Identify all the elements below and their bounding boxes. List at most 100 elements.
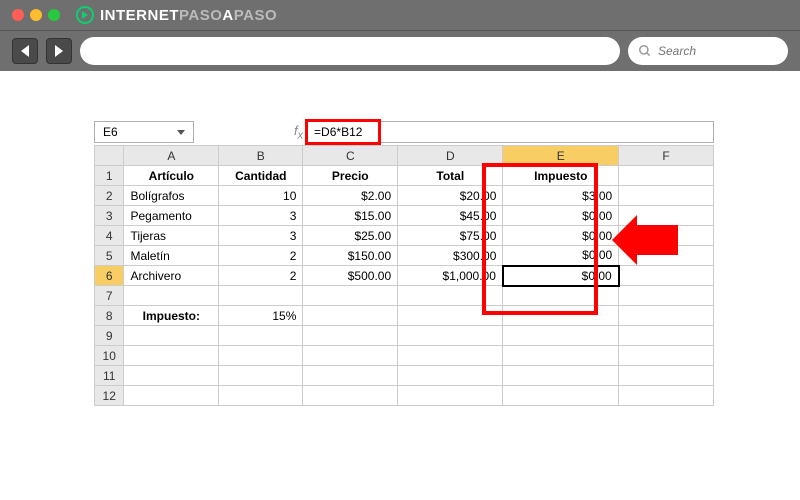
cell-e9[interactable]: [503, 326, 619, 346]
cell-e11[interactable]: [503, 366, 619, 386]
row-header-12[interactable]: 12: [95, 386, 124, 406]
cell-a9[interactable]: [124, 326, 219, 346]
cell-e8[interactable]: [503, 306, 619, 326]
cell-a6[interactable]: Archivero: [124, 266, 219, 286]
row-header-4[interactable]: 4: [95, 226, 124, 246]
cell-d9[interactable]: [398, 326, 503, 346]
select-all-corner[interactable]: [95, 146, 124, 166]
cell-b9[interactable]: [219, 326, 303, 346]
row-header-3[interactable]: 3: [95, 206, 124, 226]
cell-b5[interactable]: 2: [219, 246, 303, 266]
cell-d1[interactable]: Total: [398, 166, 503, 186]
row-header-2[interactable]: 2: [95, 186, 124, 206]
cell-c1[interactable]: Precio: [303, 166, 398, 186]
col-header-d[interactable]: D: [398, 146, 503, 166]
cell-c6[interactable]: $500.00: [303, 266, 398, 286]
cell-a3[interactable]: Pegamento: [124, 206, 219, 226]
cell-d2[interactable]: $20.00: [398, 186, 503, 206]
cell-e4[interactable]: $0.00: [503, 226, 619, 246]
cell-a8[interactable]: Impuesto:: [124, 306, 219, 326]
cell-a2[interactable]: Bolígrafos: [124, 186, 219, 206]
cell-a11[interactable]: [124, 366, 219, 386]
formula-bar[interactable]: =D6*B12: [307, 121, 714, 143]
cell-f11[interactable]: [619, 366, 714, 386]
cell-a5[interactable]: Maletín: [124, 246, 219, 266]
cell-c10[interactable]: [303, 346, 398, 366]
cell-c3[interactable]: $15.00: [303, 206, 398, 226]
cell-b7[interactable]: [219, 286, 303, 306]
search-icon: [638, 44, 652, 58]
cell-f2[interactable]: [619, 186, 714, 206]
cell-d3[interactable]: $45.00: [398, 206, 503, 226]
cell-b11[interactable]: [219, 366, 303, 386]
row-header-9[interactable]: 9: [95, 326, 124, 346]
back-button[interactable]: [12, 38, 38, 64]
col-header-c[interactable]: C: [303, 146, 398, 166]
cell-d5[interactable]: $300.00: [398, 246, 503, 266]
cell-e3[interactable]: $0.00: [503, 206, 619, 226]
cell-b8[interactable]: 15%: [219, 306, 303, 326]
cell-f8[interactable]: [619, 306, 714, 326]
cell-a12[interactable]: [124, 386, 219, 406]
cell-d8[interactable]: [398, 306, 503, 326]
cell-e6-active[interactable]: $0.00: [503, 266, 619, 286]
cell-c12[interactable]: [303, 386, 398, 406]
cell-d4[interactable]: $75.00: [398, 226, 503, 246]
cell-c8[interactable]: [303, 306, 398, 326]
row-header-8[interactable]: 8: [95, 306, 124, 326]
col-header-f[interactable]: F: [619, 146, 714, 166]
cell-b1[interactable]: Cantidad: [219, 166, 303, 186]
cell-b2[interactable]: 10: [219, 186, 303, 206]
cell-d12[interactable]: [398, 386, 503, 406]
cell-d6[interactable]: $1,000.00: [398, 266, 503, 286]
cell-c9[interactable]: [303, 326, 398, 346]
cell-b6[interactable]: 2: [219, 266, 303, 286]
row-header-5[interactable]: 5: [95, 246, 124, 266]
cell-c4[interactable]: $25.00: [303, 226, 398, 246]
row-header-7[interactable]: 7: [95, 286, 124, 306]
cell-f1[interactable]: [619, 166, 714, 186]
maximize-window-button[interactable]: [48, 9, 60, 21]
cell-e2[interactable]: $3.00: [503, 186, 619, 206]
cell-a4[interactable]: Tijeras: [124, 226, 219, 246]
cell-e5[interactable]: $0.00: [503, 246, 619, 266]
cell-a1[interactable]: Artículo: [124, 166, 219, 186]
cell-a7[interactable]: [124, 286, 219, 306]
cell-b12[interactable]: [219, 386, 303, 406]
cell-b10[interactable]: [219, 346, 303, 366]
cell-c7[interactable]: [303, 286, 398, 306]
col-header-a[interactable]: A: [124, 146, 219, 166]
row-header-10[interactable]: 10: [95, 346, 124, 366]
name-box[interactable]: E6: [94, 121, 194, 143]
cell-f6[interactable]: [619, 266, 714, 286]
cell-c2[interactable]: $2.00: [303, 186, 398, 206]
dropdown-icon[interactable]: [173, 124, 189, 140]
cell-b3[interactable]: 3: [219, 206, 303, 226]
cell-e1[interactable]: Impuesto: [503, 166, 619, 186]
col-header-e[interactable]: E: [503, 146, 619, 166]
minimize-window-button[interactable]: [30, 9, 42, 21]
cell-f7[interactable]: [619, 286, 714, 306]
url-input[interactable]: [80, 37, 620, 65]
cell-f10[interactable]: [619, 346, 714, 366]
cell-b4[interactable]: 3: [219, 226, 303, 246]
cell-d7[interactable]: [398, 286, 503, 306]
spreadsheet-grid[interactable]: A B C D E F 1 Artículo Cantidad Precio T…: [94, 145, 714, 406]
cell-e10[interactable]: [503, 346, 619, 366]
cell-f9[interactable]: [619, 326, 714, 346]
forward-button[interactable]: [46, 38, 72, 64]
cell-c5[interactable]: $150.00: [303, 246, 398, 266]
row-header-6[interactable]: 6: [95, 266, 124, 286]
col-header-b[interactable]: B: [219, 146, 303, 166]
cell-e12[interactable]: [503, 386, 619, 406]
row-header-1[interactable]: 1: [95, 166, 124, 186]
cell-d10[interactable]: [398, 346, 503, 366]
search-input[interactable]: [628, 37, 788, 65]
cell-d11[interactable]: [398, 366, 503, 386]
close-window-button[interactable]: [12, 9, 24, 21]
cell-e7[interactable]: [503, 286, 619, 306]
cell-c11[interactable]: [303, 366, 398, 386]
row-header-11[interactable]: 11: [95, 366, 124, 386]
cell-a10[interactable]: [124, 346, 219, 366]
cell-f12[interactable]: [619, 386, 714, 406]
